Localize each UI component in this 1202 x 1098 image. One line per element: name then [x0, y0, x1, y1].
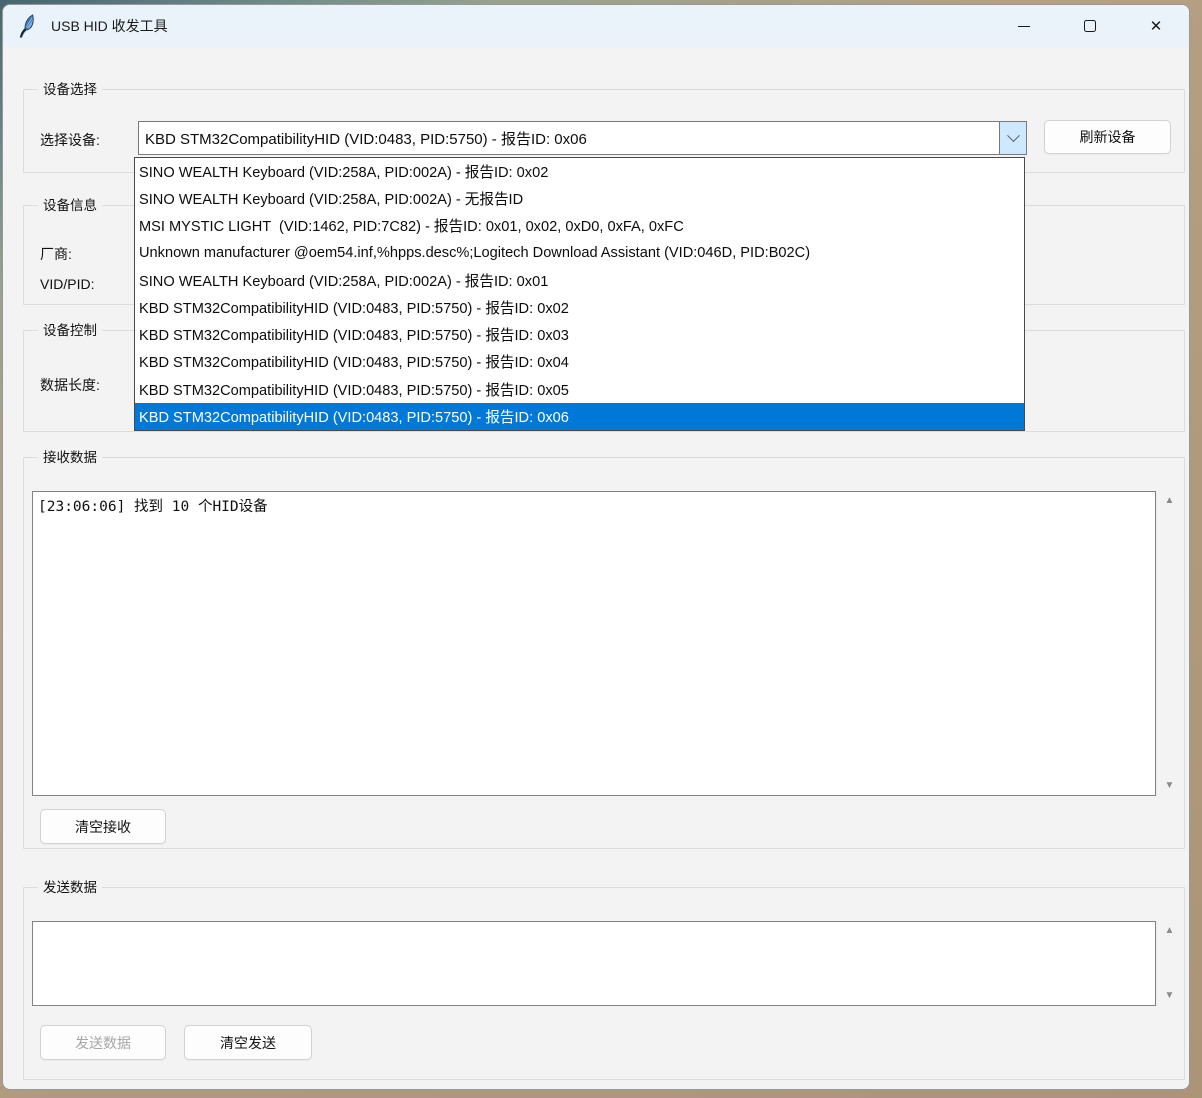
send-text-pane: ▲ ▼ — [32, 921, 1182, 1006]
dropdown-item[interactable]: MSI MYSTIC LIGHT (VID:1462, PID:7C82) - … — [135, 212, 1024, 239]
dropdown-item-selected[interactable]: KBD STM32CompatibilityHID (VID:0483, PID… — [135, 402, 1024, 430]
maximize-button[interactable] — [1057, 5, 1123, 47]
dropdown-item[interactable]: SINO WEALTH Keyboard (VID:258A, PID:002A… — [135, 267, 1024, 294]
select-device-label: 选择设备: — [40, 132, 100, 148]
manufacturer-label: 厂商: — [40, 246, 72, 262]
minimize-button[interactable] — [991, 5, 1057, 47]
vid-pid-label: VID/PID: — [40, 276, 95, 292]
dropdown-item[interactable]: KBD STM32CompatibilityHID (VID:0483, PID… — [135, 376, 1024, 403]
maximize-icon — [1084, 20, 1096, 32]
screen: USB HID 收发工具 ✕ 设备选择 选择设备: KBD STM32Compa… — [0, 0, 1202, 1098]
window-controls: ✕ — [991, 5, 1189, 47]
send-text-area[interactable] — [32, 921, 1156, 1006]
dropdown-item[interactable]: KBD STM32CompatibilityHID (VID:0483, PID… — [135, 348, 1024, 375]
close-icon: ✕ — [1149, 17, 1163, 35]
device-combobox-value[interactable]: KBD STM32CompatibilityHID (VID:0483, PID… — [139, 122, 999, 154]
data-length-label: 数据长度: — [40, 377, 100, 393]
refresh-devices-button[interactable]: 刷新设备 — [1044, 120, 1171, 154]
receive-text-pane: [23:06:06] 找到 10 个HID设备 ▲ ▼ — [32, 491, 1182, 796]
device-info-group-label: 设备信息 — [38, 196, 102, 216]
dropdown-item[interactable]: SINO WEALTH Keyboard (VID:258A, PID:002A… — [135, 158, 1024, 185]
window-title: USB HID 收发工具 — [51, 18, 168, 34]
device-dropdown-list: SINO WEALTH Keyboard (VID:258A, PID:002A… — [134, 157, 1025, 431]
send-group-label: 发送数据 — [38, 878, 102, 898]
close-button[interactable]: ✕ — [1123, 5, 1189, 47]
dropdown-item[interactable]: Unknown manufacturer @oem54.inf,%hpps.de… — [135, 240, 1024, 267]
send-scrollbar[interactable]: ▲ ▼ — [1156, 921, 1182, 1006]
dropdown-item[interactable]: SINO WEALTH Keyboard (VID:258A, PID:002A… — [135, 185, 1024, 212]
receive-data-group: 接收数据 [23:06:06] 找到 10 个HID设备 ▲ ▼ 清空接收 — [23, 448, 1185, 849]
receive-scrollbar[interactable]: ▲ ▼ — [1156, 491, 1182, 796]
dropdown-item[interactable]: KBD STM32CompatibilityHID (VID:0483, PID… — [135, 294, 1024, 321]
scroll-up-icon[interactable]: ▲ — [1165, 496, 1175, 506]
tk-feather-icon — [19, 14, 34, 38]
combobox-dropdown-button[interactable] — [999, 122, 1026, 154]
device-control-group-label: 设备控制 — [38, 321, 102, 341]
clear-receive-button[interactable]: 清空接收 — [40, 809, 166, 844]
title-bar[interactable]: USB HID 收发工具 ✕ — [3, 5, 1189, 47]
chevron-down-icon — [1006, 128, 1020, 142]
scroll-down-icon[interactable]: ▼ — [1165, 991, 1175, 1001]
dropdown-item[interactable]: KBD STM32CompatibilityHID (VID:0483, PID… — [135, 321, 1024, 348]
minimize-icon — [1018, 25, 1030, 27]
device-combobox[interactable]: KBD STM32CompatibilityHID (VID:0483, PID… — [138, 121, 1027, 155]
clear-send-button[interactable]: 清空发送 — [184, 1025, 312, 1060]
device-select-group-label: 设备选择 — [38, 80, 102, 100]
send-data-group: 发送数据 ▲ ▼ 发送数据 清空发送 — [23, 878, 1185, 1080]
receive-text-area[interactable]: [23:06:06] 找到 10 个HID设备 — [32, 491, 1156, 796]
scroll-up-icon[interactable]: ▲ — [1165, 926, 1175, 936]
receive-group-label: 接收数据 — [38, 448, 102, 468]
scroll-down-icon[interactable]: ▼ — [1165, 781, 1175, 791]
send-data-button[interactable]: 发送数据 — [40, 1025, 166, 1060]
app-window: USB HID 收发工具 ✕ 设备选择 选择设备: KBD STM32Compa… — [2, 4, 1190, 1090]
